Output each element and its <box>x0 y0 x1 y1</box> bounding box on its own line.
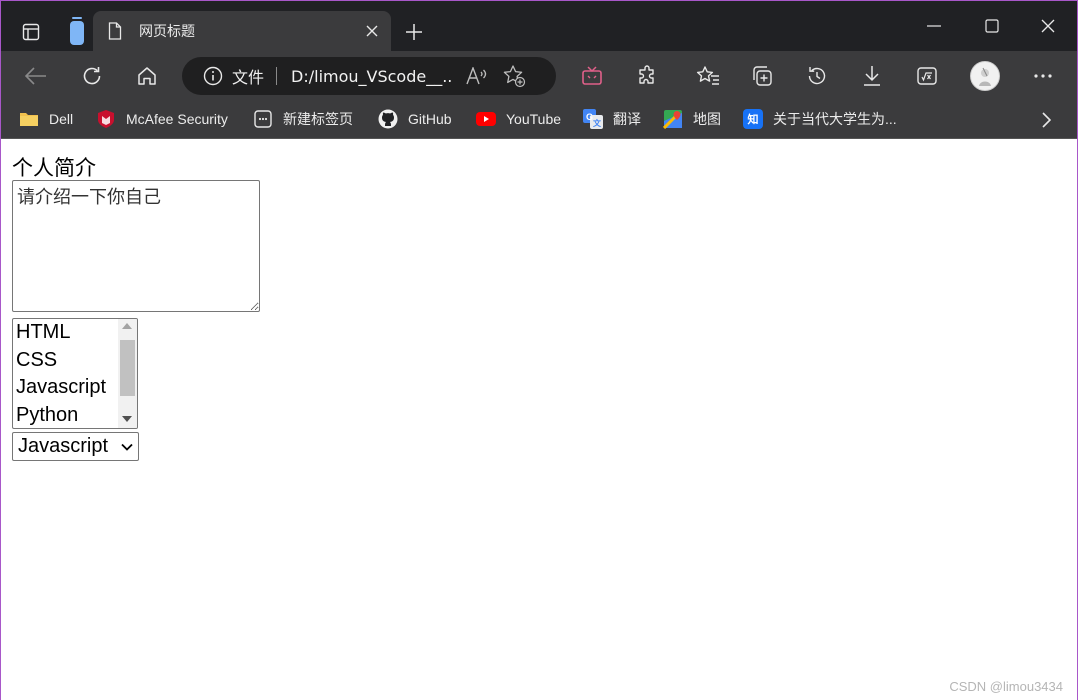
download-icon[interactable] <box>855 59 889 93</box>
active-tab[interactable]: 网页标题 <box>93 11 391 51</box>
minimize-icon[interactable] <box>911 7 957 45</box>
bookmarks-bar: Dell McAfee Security 新建标签页 GitHub YouTub… <box>1 101 1077 139</box>
scrollbar-thumb[interactable] <box>120 340 135 396</box>
list-option-javascript[interactable]: Javascript <box>13 374 119 402</box>
add-favorite-icon[interactable] <box>501 63 527 89</box>
close-tab-icon[interactable] <box>359 18 385 44</box>
list-option-html[interactable]: HTML <box>13 319 119 347</box>
new-tab-plus-icon[interactable] <box>397 15 431 49</box>
scroll-down-arrow-icon[interactable] <box>122 416 132 422</box>
bookmark-zhihu[interactable]: 知 关于当代大学生为... <box>743 107 897 131</box>
page-content: 个人简介 HTML CSS Javascript Python Javascri… <box>1 140 1077 700</box>
map-icon <box>663 109 683 129</box>
bookmarks-more-chevron-icon[interactable] <box>1035 109 1057 131</box>
scroll-up-arrow-icon[interactable] <box>122 323 132 329</box>
tab-actions-icon[interactable] <box>13 17 49 47</box>
bookmark-github[interactable]: GitHub <box>378 107 452 131</box>
bookmark-mcafee-security[interactable]: McAfee Security <box>96 107 228 131</box>
math-solver-icon[interactable] <box>910 59 944 93</box>
back-arrow-icon[interactable] <box>19 59 53 93</box>
github-icon <box>378 109 398 129</box>
bookmark-label: Dell <box>49 111 74 127</box>
refresh-icon[interactable] <box>75 59 109 93</box>
list-option-css[interactable]: CSS <box>13 347 119 375</box>
zhihu-icon: 知 <box>743 109 763 129</box>
bookmark-label: YouTube <box>506 111 562 127</box>
favorites-icon[interactable] <box>691 59 725 93</box>
tab-title: 网页标题 <box>139 24 195 40</box>
list-option-python[interactable]: Python <box>13 402 119 429</box>
tv-extension-icon[interactable] <box>575 59 609 93</box>
bookmark-dell[interactable]: Dell <box>19 107 73 131</box>
bookmark-label: GitHub <box>408 111 452 127</box>
bookmark-label: 新建标签页 <box>283 111 353 127</box>
more-options-icon[interactable] <box>1026 59 1060 93</box>
dropdown-selected-value: Javascript <box>18 435 109 457</box>
collections-icon[interactable] <box>745 59 779 93</box>
new-tab-icon <box>253 109 273 129</box>
chevron-down-icon <box>119 439 135 455</box>
bookmark-translate[interactable]: G文 翻译 <box>583 107 641 131</box>
bookmark-label: 地图 <box>693 111 721 127</box>
bookmark-map[interactable]: 地图 <box>663 107 721 131</box>
folder-icon <box>19 109 39 129</box>
language-dropdown[interactable]: Javascript <box>12 432 139 461</box>
avatar-icon <box>970 61 1000 91</box>
bookmark-label: 翻译 <box>613 111 641 127</box>
title-bar: 网页标题 <box>1 1 1077 51</box>
intro-textarea[interactable] <box>12 180 260 312</box>
url-text[interactable]: D:/limou_VScode__... <box>291 67 453 86</box>
profile-avatar[interactable] <box>968 59 1002 93</box>
window-close-icon[interactable] <box>1025 7 1071 45</box>
translate-icon: G文 <box>583 109 603 129</box>
document-icon <box>107 21 123 41</box>
youtube-icon <box>476 109 496 129</box>
listbox-scrollbar[interactable] <box>118 319 137 428</box>
bookmark-label: 关于当代大学生为... <box>773 111 897 127</box>
bookmark-new-tab[interactable]: 新建标签页 <box>253 107 353 131</box>
info-icon[interactable] <box>202 65 224 87</box>
read-aloud-icon[interactable] <box>465 64 489 88</box>
bookmark-youtube[interactable]: YouTube <box>476 107 561 131</box>
maximize-icon[interactable] <box>969 7 1015 45</box>
page-heading: 个人简介 <box>12 156 96 180</box>
bookmark-label: McAfee Security <box>126 111 228 127</box>
csdn-watermark: CSDN @limou3434 <box>949 679 1063 694</box>
svg-text:G: G <box>586 112 593 122</box>
history-icon[interactable] <box>800 59 834 93</box>
language-listbox[interactable]: HTML CSS Javascript Python <box>12 318 138 429</box>
svg-text:文: 文 <box>593 118 602 128</box>
workspaces-icon[interactable] <box>65 15 89 47</box>
address-bar[interactable]: 文件 D:/limou_VScode__... <box>182 57 556 95</box>
protocol-label: 文件 <box>232 68 265 87</box>
browser-toolbar: 文件 D:/limou_VScode__... <box>1 51 1077 137</box>
extensions-puzzle-icon[interactable] <box>630 59 664 93</box>
address-separator <box>276 67 278 85</box>
home-icon[interactable] <box>130 59 164 93</box>
mcafee-icon <box>96 109 116 129</box>
